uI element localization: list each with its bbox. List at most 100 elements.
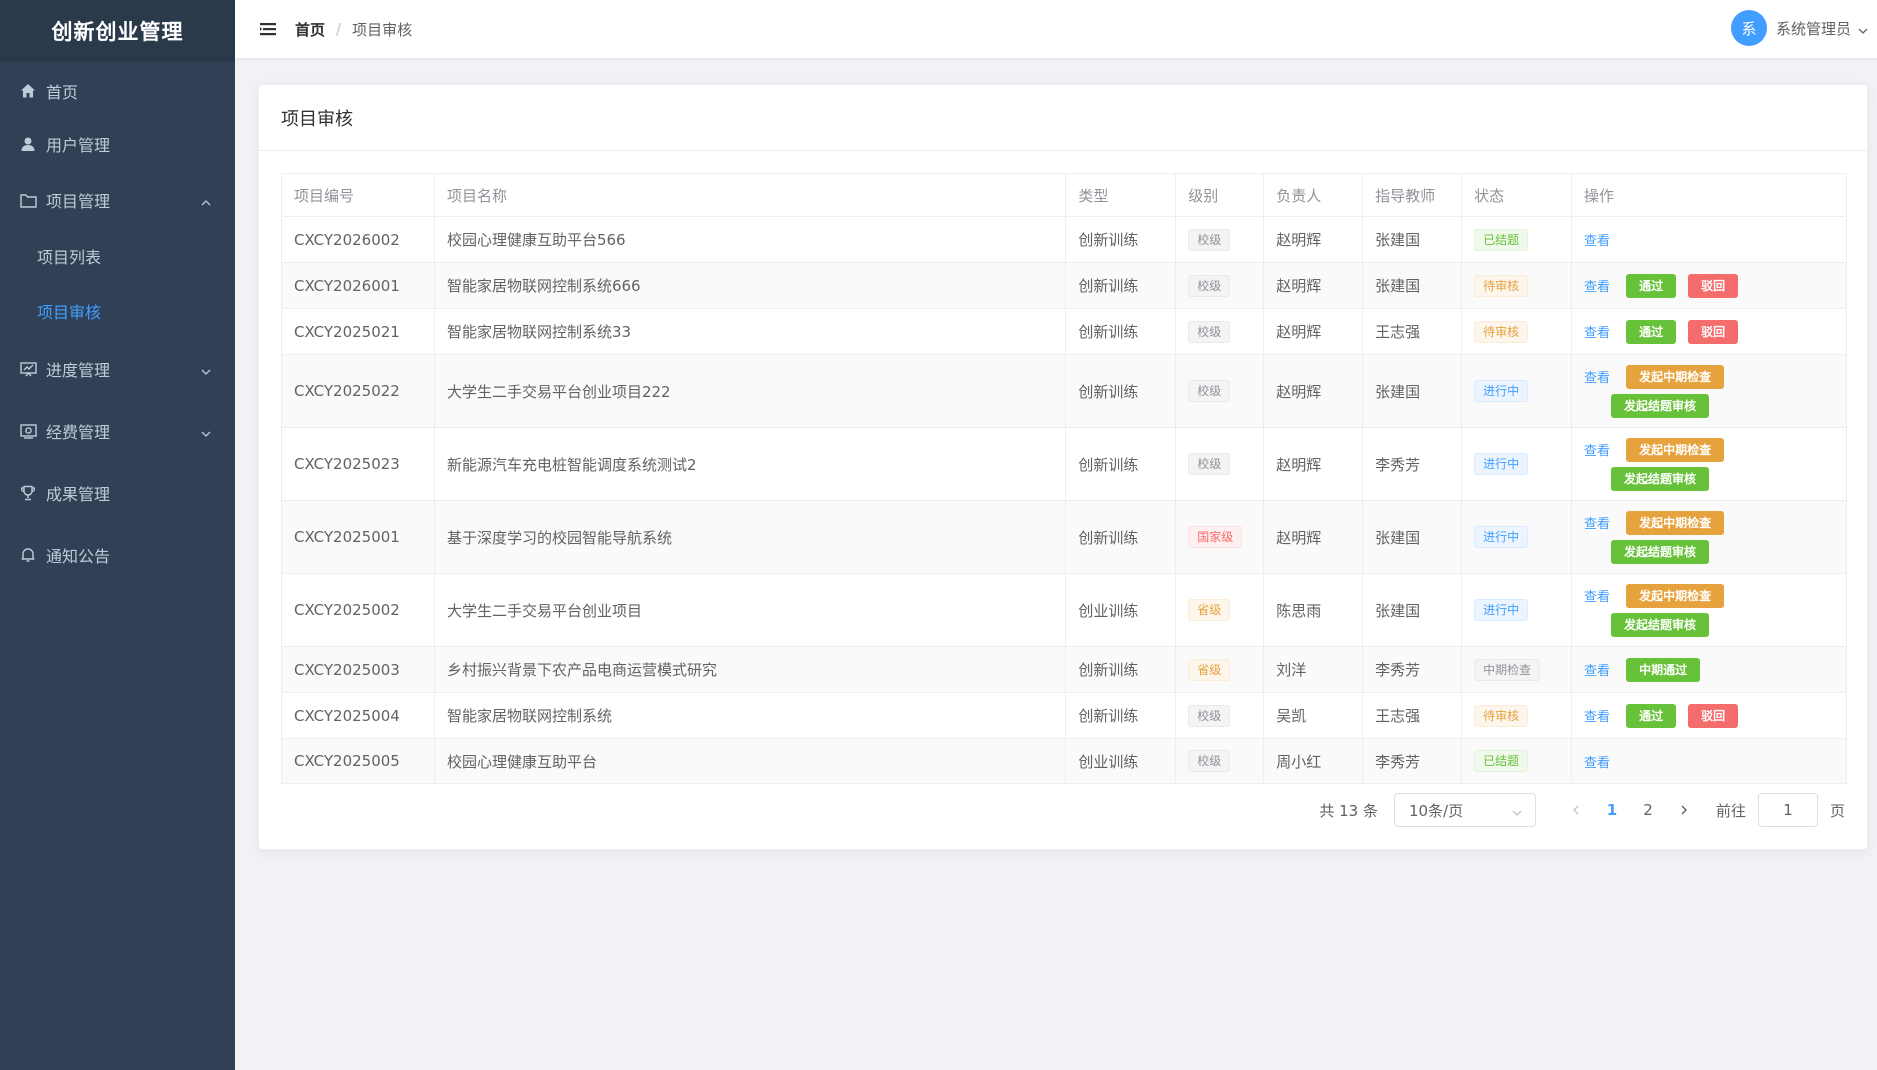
column-header: 操作 xyxy=(1571,173,1847,217)
breadcrumb-separator: / xyxy=(336,20,342,38)
cell-teacher: 张建国 xyxy=(1362,354,1463,428)
pagination: 共 13 条 10条/页 1 2 前往 1 页 xyxy=(1319,793,1845,827)
start-final-review-button[interactable]: 发起结题审核 xyxy=(1611,393,1710,418)
status-badge: 进行中 xyxy=(1474,599,1529,621)
start-midterm-check-button[interactable]: 发起中期检查 xyxy=(1626,583,1725,608)
page-jump: 前往 1 页 xyxy=(1716,793,1845,827)
column-header: 状态 xyxy=(1461,173,1573,217)
view-link[interactable]: 查看 xyxy=(1584,322,1610,341)
user-menu[interactable]: 系 系统管理员 xyxy=(1730,10,1869,46)
cell-teacher: 李秀芳 xyxy=(1362,646,1463,693)
sidebar-item-progress[interactable]: 进度管理 xyxy=(0,338,235,400)
sidebar-item-funds[interactable]: 经费管理 xyxy=(0,400,235,462)
cell-name: 乡村振兴背景下农产品电商运营模式研究 xyxy=(434,646,1067,693)
column-header: 负责人 xyxy=(1263,173,1364,217)
status-badge: 待审核 xyxy=(1474,320,1529,343)
start-midterm-check-button[interactable]: 发起中期检查 xyxy=(1626,437,1725,462)
column-header: 项目名称 xyxy=(434,173,1067,217)
table-row: CXCY2026001 智能家居物联网控制系统666 创新训练 校级 赵明辉 张… xyxy=(281,262,1847,309)
start-midterm-check-button[interactable]: 发起中期检查 xyxy=(1626,510,1725,535)
sidebar-subitem-project-list[interactable]: 项目列表 xyxy=(0,228,235,283)
page-number-1[interactable]: 1 xyxy=(1594,793,1630,827)
approve-button[interactable]: 通过 xyxy=(1626,273,1677,298)
cell-type: 创新训练 xyxy=(1065,354,1177,428)
cell-leader: 赵明辉 xyxy=(1263,500,1364,574)
reject-button[interactable]: 驳回 xyxy=(1688,319,1739,344)
cell-id: CXCY2025002 xyxy=(281,573,435,647)
cell-leader: 吴凯 xyxy=(1263,692,1364,739)
reject-button[interactable]: 驳回 xyxy=(1688,703,1739,728)
cell-leader: 周小红 xyxy=(1263,738,1364,784)
cell-teacher: 张建国 xyxy=(1362,216,1463,263)
sidebar: 创新创业管理 首页 用户管理 项目管理 项目列表 项目审核 进度管理 经费管理 … xyxy=(0,0,235,1070)
trophy-icon xyxy=(19,484,37,502)
cell-teacher: 王志强 xyxy=(1362,692,1463,739)
status-badge: 待审核 xyxy=(1474,274,1529,297)
cell-teacher: 张建国 xyxy=(1362,573,1463,647)
cell-name: 校园心理健康互助平台566 xyxy=(434,216,1067,263)
next-page-button[interactable] xyxy=(1666,793,1702,827)
prev-page-button[interactable] xyxy=(1558,793,1594,827)
level-tag: 校级 xyxy=(1188,380,1231,402)
progress-icon xyxy=(19,360,37,378)
sidebar-item-projects[interactable]: 项目管理 xyxy=(0,172,235,228)
table-row: CXCY2025002 大学生二手交易平台创业项目 创业训练 省级 陈思雨 张建… xyxy=(281,573,1847,647)
cell-teacher: 李秀芳 xyxy=(1362,738,1463,784)
cell-name: 智能家居物联网控制系统 xyxy=(434,692,1067,739)
cell-teacher: 王志强 xyxy=(1362,308,1463,355)
page-size-select[interactable]: 10条/页 xyxy=(1393,793,1536,827)
view-link[interactable]: 查看 xyxy=(1584,706,1610,725)
sidebar-subitem-project-review[interactable]: 项目审核 xyxy=(0,283,235,338)
chevron-right-icon xyxy=(1681,805,1687,815)
hamburger-icon[interactable] xyxy=(258,19,278,39)
view-link[interactable]: 查看 xyxy=(1584,276,1610,295)
sidebar-item-notices[interactable]: 通知公告 xyxy=(0,524,235,586)
app-logo: 创新创业管理 xyxy=(0,0,235,62)
cell-leader: 赵明辉 xyxy=(1263,427,1364,501)
cell-name: 智能家居物联网控制系统666 xyxy=(434,262,1067,309)
approve-button[interactable]: 通过 xyxy=(1626,703,1677,728)
status-badge: 待审核 xyxy=(1474,704,1529,727)
page-suffix: 页 xyxy=(1829,801,1845,820)
breadcrumb-home[interactable]: 首页 xyxy=(295,19,325,40)
start-midterm-check-button[interactable]: 发起中期检查 xyxy=(1626,364,1725,389)
bell-icon xyxy=(19,546,37,564)
status-badge: 已结题 xyxy=(1474,228,1529,251)
page-number-2[interactable]: 2 xyxy=(1630,793,1666,827)
sidebar-item-home[interactable]: 首页 xyxy=(0,66,235,116)
breadcrumb-current: 项目审核 xyxy=(352,20,413,39)
table-row: CXCY2025003 乡村振兴背景下农产品电商运营模式研究 创新训练 省级 刘… xyxy=(281,646,1847,693)
view-link[interactable]: 查看 xyxy=(1584,586,1610,605)
cell-id: CXCY2025023 xyxy=(281,427,435,501)
start-final-review-button[interactable]: 发起结题审核 xyxy=(1611,539,1710,564)
status-badge: 进行中 xyxy=(1474,526,1529,548)
goto-page-input[interactable]: 1 xyxy=(1757,793,1818,827)
view-link[interactable]: 查看 xyxy=(1584,440,1610,459)
midterm-pass-button[interactable]: 中期通过 xyxy=(1626,657,1701,682)
view-link[interactable]: 查看 xyxy=(1584,660,1610,679)
folder-icon xyxy=(19,191,37,209)
start-final-review-button[interactable]: 发起结题审核 xyxy=(1611,612,1710,637)
status-badge: 已结题 xyxy=(1474,750,1529,772)
top-header: 首页 / 项目审核 系 系统管理员 xyxy=(235,0,1877,58)
view-link[interactable]: 查看 xyxy=(1584,752,1610,771)
pagination-total: 共 13 条 xyxy=(1319,801,1378,820)
level-tag: 校级 xyxy=(1188,453,1231,475)
cell-id: CXCY2025021 xyxy=(281,308,435,355)
cell-name: 校园心理健康互助平台 xyxy=(434,738,1067,784)
sidebar-item-label: 用户管理 xyxy=(46,136,111,155)
approve-button[interactable]: 通过 xyxy=(1626,319,1677,344)
status-badge: 进行中 xyxy=(1474,380,1529,402)
sidebar-item-users[interactable]: 用户管理 xyxy=(0,116,235,172)
cell-type: 创新训练 xyxy=(1065,692,1177,739)
reject-button[interactable]: 驳回 xyxy=(1688,273,1739,298)
start-final-review-button[interactable]: 发起结题审核 xyxy=(1611,466,1710,491)
cell-name: 大学生二手交易平台创业项目 xyxy=(434,573,1067,647)
view-link[interactable]: 查看 xyxy=(1584,513,1610,532)
cell-leader: 刘洋 xyxy=(1263,646,1364,693)
cell-teacher: 张建国 xyxy=(1362,262,1463,309)
view-link[interactable]: 查看 xyxy=(1584,367,1610,386)
sidebar-item-label: 首页 xyxy=(46,83,79,102)
view-link[interactable]: 查看 xyxy=(1584,230,1610,249)
sidebar-item-achievements[interactable]: 成果管理 xyxy=(0,462,235,524)
